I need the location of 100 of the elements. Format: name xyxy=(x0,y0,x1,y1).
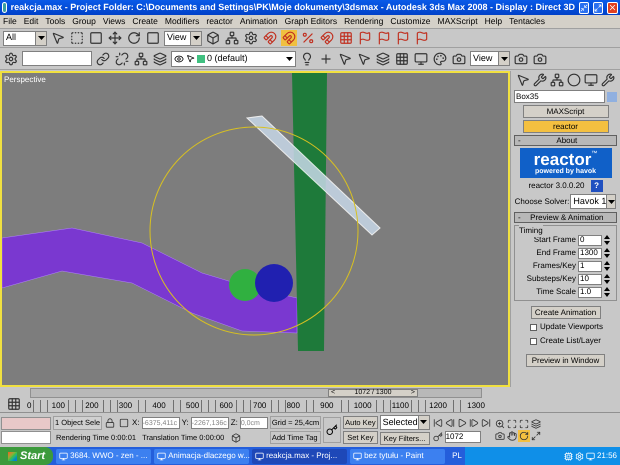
cursor-icon[interactable] xyxy=(356,50,372,66)
menu-item[interactable]: Rendering xyxy=(344,15,384,28)
taskbar-button[interactable]: Animacja-dlaczego w... xyxy=(154,448,250,464)
rollout-header[interactable]: - Preview & Animation xyxy=(514,212,617,223)
flag-icon[interactable] xyxy=(357,30,373,46)
step-forward-icon[interactable] xyxy=(468,417,480,429)
rollout-header[interactable]: - About xyxy=(514,135,617,146)
object-name-field[interactable]: Box35 xyxy=(514,90,605,103)
flag-icon[interactable] xyxy=(395,30,411,46)
grid-icon[interactable] xyxy=(338,30,354,46)
dashed-square-icon[interactable] xyxy=(69,30,85,46)
named-selection-dropdown[interactable] xyxy=(22,51,92,66)
cube-icon[interactable] xyxy=(230,432,242,444)
gear-icon[interactable] xyxy=(574,452,584,460)
cube-icon[interactable] xyxy=(205,30,221,46)
create-animation-button[interactable]: Create Animation xyxy=(530,306,600,319)
key-icon[interactable] xyxy=(432,431,444,443)
caret-icon[interactable] xyxy=(192,36,200,40)
caret-icon[interactable] xyxy=(38,36,44,40)
number-field[interactable]: 1300 xyxy=(578,248,602,258)
menu-item[interactable]: Views xyxy=(102,15,126,28)
zoom-extents-icon[interactable] xyxy=(518,418,530,430)
rotate-icon[interactable] xyxy=(126,30,142,46)
solver-dropdown[interactable]: Havok 1 xyxy=(570,194,616,209)
skip-back-icon[interactable] xyxy=(432,417,444,429)
view-dropdown[interactable]: View xyxy=(470,51,510,66)
magnet-icon[interactable] xyxy=(262,30,278,46)
number-field[interactable]: 1 xyxy=(578,260,602,272)
cursor-icon[interactable] xyxy=(186,54,195,63)
hierarchy-tab-icon[interactable] xyxy=(549,72,565,88)
taskbar-button[interactable]: reakcja.max - Proj... xyxy=(252,448,348,464)
menu-item[interactable]: Tentacles xyxy=(509,15,546,28)
zoom-icon[interactable] xyxy=(494,418,506,430)
frame-field[interactable]: 1072 xyxy=(444,431,481,443)
checkbox[interactable] xyxy=(530,338,537,344)
pan-icon[interactable] xyxy=(506,430,518,442)
settings-icon[interactable] xyxy=(3,50,19,66)
monitor-icon[interactable] xyxy=(586,452,595,460)
eye-icon[interactable] xyxy=(174,54,184,64)
skip-forward-icon[interactable] xyxy=(480,417,492,429)
selection-filter-dropdown[interactable]: All xyxy=(3,30,47,46)
magnet-icon[interactable] xyxy=(319,30,335,46)
close-button[interactable] xyxy=(607,2,618,14)
unlink-icon[interactable] xyxy=(114,50,130,66)
spinner-icon[interactable] xyxy=(604,248,610,258)
color-swatch[interactable] xyxy=(607,92,617,102)
menu-item[interactable]: Modifiers xyxy=(164,15,200,28)
caret-icon[interactable] xyxy=(286,56,293,60)
caret-icon[interactable] xyxy=(608,200,615,204)
square-icon[interactable] xyxy=(88,30,104,46)
flag-icon[interactable] xyxy=(376,30,392,46)
spinner-icon[interactable] xyxy=(604,261,610,271)
taskbar-button[interactable]: 3684. WWO - zen - ... xyxy=(56,448,152,464)
menu-item[interactable]: Animation xyxy=(240,15,278,28)
menu-item[interactable]: Edit xyxy=(24,15,38,28)
orbit-icon[interactable] xyxy=(518,430,530,442)
zoom-extents-icon[interactable] xyxy=(506,418,518,430)
flag-icon[interactable] xyxy=(414,30,430,46)
maximize-button[interactable] xyxy=(593,2,603,14)
square-icon[interactable] xyxy=(145,30,161,46)
cursor-icon[interactable] xyxy=(337,50,353,66)
spinner-icon[interactable] xyxy=(604,287,610,297)
camera-icon[interactable] xyxy=(494,430,506,442)
layers-icon[interactable] xyxy=(375,50,391,66)
menu-item[interactable]: Create xyxy=(132,15,158,28)
spinner-icon[interactable] xyxy=(604,235,610,245)
taskbar-button[interactable]: bez tytułu - Paint xyxy=(350,448,446,464)
menu-item[interactable]: Customize xyxy=(390,15,430,28)
menu-item[interactable]: Tools xyxy=(45,15,66,28)
script-listener-field[interactable] xyxy=(1,416,51,430)
palette-icon[interactable] xyxy=(432,50,448,66)
grid-icon[interactable] xyxy=(394,50,410,66)
checkbox[interactable] xyxy=(530,324,537,330)
menu-item[interactable]: Help xyxy=(484,15,502,28)
reference-coordinate-dropdown[interactable]: View xyxy=(164,30,202,46)
network-icon[interactable] xyxy=(224,30,240,46)
start-button[interactable]: Start xyxy=(0,447,54,465)
menu-item[interactable]: File xyxy=(3,15,17,28)
key-icon[interactable] xyxy=(323,417,342,443)
create-tab-icon[interactable] xyxy=(515,72,531,88)
maximize-icon[interactable] xyxy=(530,430,542,442)
caret-icon[interactable] xyxy=(420,420,428,424)
number-field[interactable]: 0 xyxy=(578,234,602,246)
utility-button[interactable]: reactor xyxy=(522,120,608,133)
number-field[interactable]: 1.0 xyxy=(578,286,602,298)
preview-button[interactable]: Preview in Window xyxy=(526,354,606,367)
layers-icon[interactable] xyxy=(152,50,168,66)
settings-icon[interactable] xyxy=(243,30,259,46)
menu-item[interactable]: reactor xyxy=(206,15,233,28)
network-icon[interactable] xyxy=(133,50,149,66)
percent-icon[interactable] xyxy=(300,30,316,46)
utility-button[interactable]: MAXScript xyxy=(522,105,608,118)
magnet-icon[interactable] xyxy=(281,30,297,46)
script-listener-field[interactable] xyxy=(1,430,51,444)
number-field[interactable]: 10 xyxy=(578,274,602,284)
layers-icon[interactable] xyxy=(530,418,542,430)
layer-dropdown[interactable]: 0 (default) xyxy=(171,50,296,66)
monitor-icon[interactable] xyxy=(413,50,429,66)
minimize-button[interactable] xyxy=(579,2,589,14)
modify-tab-icon[interactable] xyxy=(532,72,548,88)
